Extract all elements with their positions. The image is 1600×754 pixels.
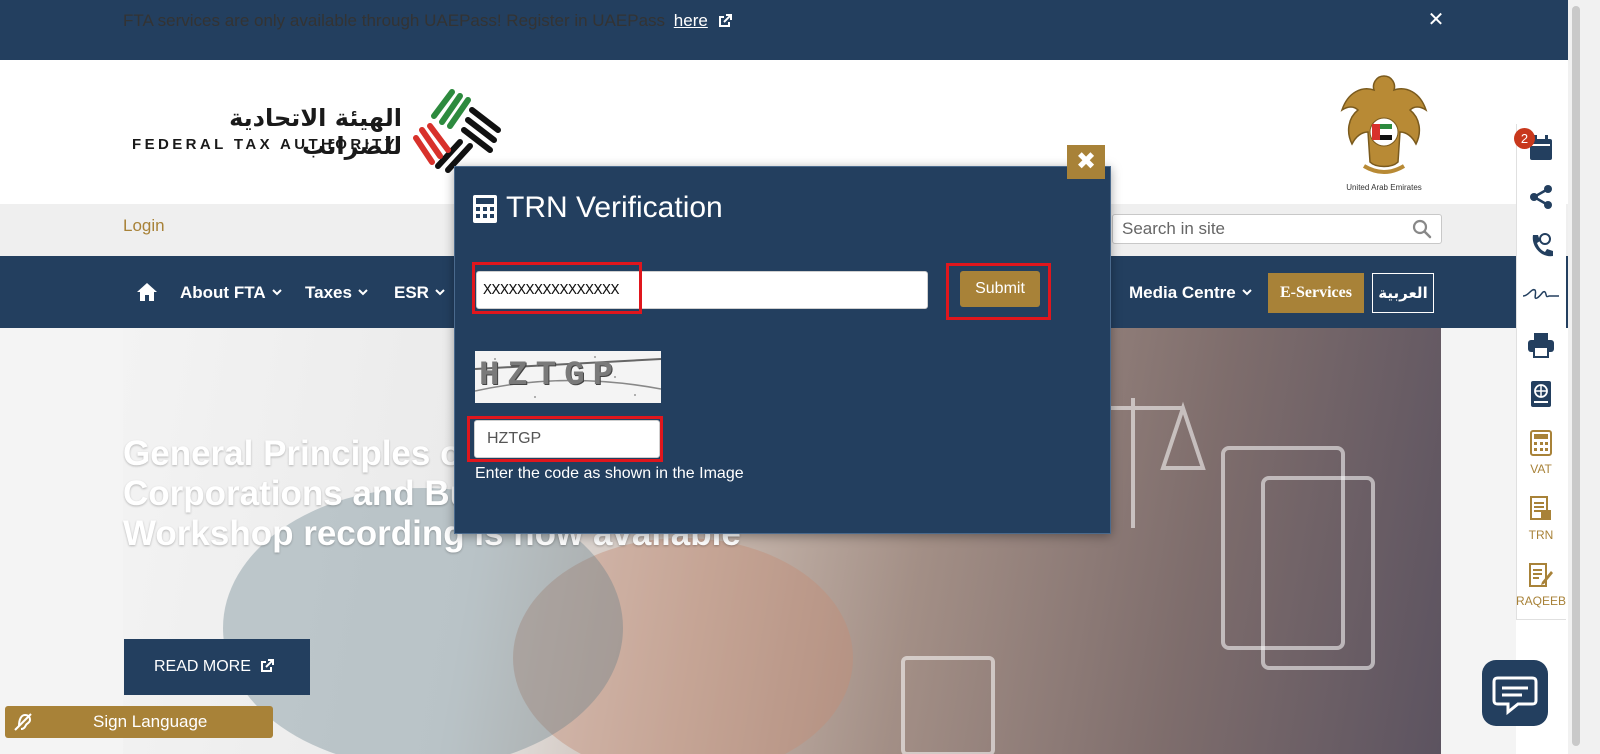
signature-button[interactable] <box>1516 284 1566 309</box>
chat-icon <box>1492 676 1538 716</box>
share-icon <box>1530 185 1552 209</box>
contact-button[interactable] <box>1516 232 1566 265</box>
nav-item-media-centre[interactable]: Media Centre <box>1129 283 1252 303</box>
submit-button[interactable]: Submit <box>960 271 1040 307</box>
notice-text: FTA services are only available through … <box>123 11 666 30</box>
calculator-icon <box>473 195 497 223</box>
sign-language-button[interactable]: Sign Language <box>5 706 273 738</box>
captcha-hint: Enter the code as shown in the Image <box>475 465 744 482</box>
modal-close-button[interactable]: ✖ <box>1067 145 1105 179</box>
hero-margin-left <box>0 328 123 754</box>
emblem-caption: United Arab Emirates <box>1346 183 1422 192</box>
home-icon[interactable] <box>136 282 158 302</box>
fta-logo-mark-icon[interactable] <box>412 86 508 176</box>
search-input[interactable] <box>1114 216 1404 242</box>
signature-icon <box>1522 288 1559 300</box>
captcha-image: HZTGP <box>475 351 661 403</box>
chevron-down-icon <box>358 289 368 296</box>
chat-button[interactable] <box>1482 660 1548 726</box>
read-more-label: READ MORE <box>154 658 251 675</box>
nav-item-label: ESR <box>394 283 429 302</box>
modal-title: TRN Verification <box>506 191 723 224</box>
uae-emblem-icon <box>1340 75 1428 174</box>
raqeeb-button[interactable]: RAQEEB <box>1516 562 1566 608</box>
captcha-input[interactable] <box>474 420 660 458</box>
notice-text-container: FTA services are only available through … <box>123 10 733 32</box>
phone-icon <box>1532 233 1553 257</box>
captcha-text: HZTGP <box>479 357 622 395</box>
rail-label: TRN <box>1528 528 1554 542</box>
external-link-icon[interactable] <box>717 13 733 29</box>
scrollbar-thumb[interactable] <box>1572 6 1580 746</box>
notice-close-button[interactable]: ✕ <box>1425 9 1447 31</box>
edit-icon <box>1529 563 1553 587</box>
chevron-down-icon <box>435 289 445 296</box>
logo-english-text[interactable]: FEDERAL TAX AUTHORITY <box>132 136 398 153</box>
rail-label: RAQEEB <box>1516 594 1567 608</box>
guides-button[interactable] <box>1516 380 1566 413</box>
nav-item-label: Media Centre <box>1129 283 1236 302</box>
notification-badge: 2 <box>1514 128 1535 149</box>
nav-item-label: About FTA <box>180 283 266 302</box>
nav-item-taxes[interactable]: Taxes <box>305 283 368 303</box>
read-more-button[interactable]: READ MORE <box>124 639 310 695</box>
nav-item-label: Taxes <box>305 283 352 302</box>
nav-item-esr[interactable]: ESR <box>394 283 445 303</box>
hearing-impaired-icon <box>14 713 32 731</box>
language-toggle-button[interactable]: العربية <box>1372 273 1434 313</box>
globe-book-icon <box>1531 381 1551 407</box>
nav-item-about-fta[interactable]: About FTA <box>180 283 282 303</box>
calculator-icon <box>1530 430 1552 456</box>
sign-language-label: Sign Language <box>93 712 208 731</box>
share-button[interactable] <box>1516 184 1566 215</box>
login-link[interactable]: Login <box>123 216 165 236</box>
vat-calculator-button[interactable]: VAT <box>1516 430 1566 476</box>
print-icon <box>1528 333 1554 358</box>
chevron-down-icon <box>1242 289 1252 296</box>
trn-input[interactable] <box>476 271 928 309</box>
chevron-down-icon <box>271 289 282 296</box>
external-link-icon <box>261 659 275 672</box>
eservices-button[interactable]: E-Services <box>1268 273 1364 313</box>
search-icon[interactable] <box>1412 219 1432 239</box>
trn-button[interactable]: TRN <box>1516 496 1566 542</box>
notice-link[interactable]: here <box>674 11 708 30</box>
document-icon <box>1530 496 1551 520</box>
print-button[interactable] <box>1516 332 1566 363</box>
rail-label: VAT <box>1530 462 1552 476</box>
